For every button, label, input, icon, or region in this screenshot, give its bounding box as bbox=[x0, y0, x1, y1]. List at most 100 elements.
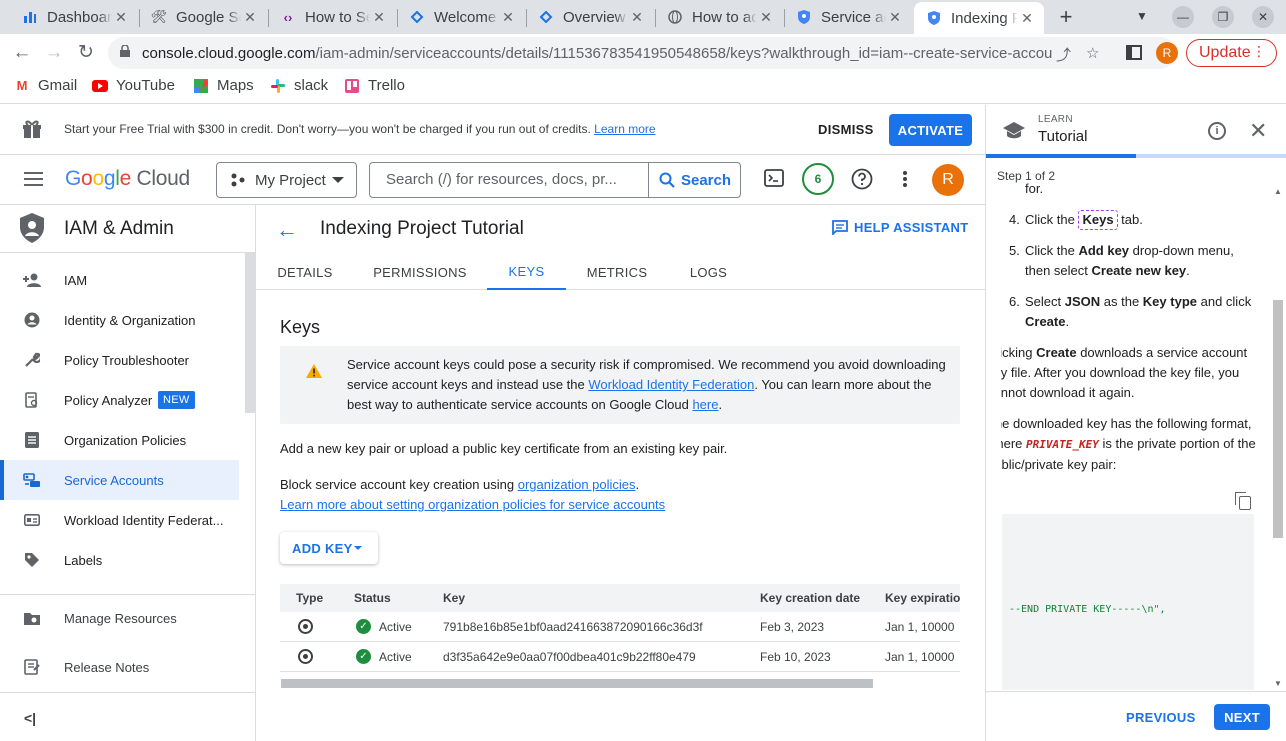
key-type-icon bbox=[298, 649, 313, 664]
minimize-button[interactable]: — bbox=[1172, 6, 1194, 28]
page-title: Indexing Project Tutorial bbox=[320, 218, 524, 239]
sidebar-item-organization-policies[interactable]: Organization Policies bbox=[0, 420, 239, 460]
google-cloud-logo[interactable]: Google Cloud bbox=[65, 167, 190, 191]
key-id: d3f35a642e9e0aa07f00dbea401c9b22ff80e479 bbox=[443, 649, 696, 664]
bookmark-gmail[interactable]: M Gmail bbox=[14, 77, 78, 94]
sidebar-item-policy-troubleshooter[interactable]: Policy Troubleshooter bbox=[0, 340, 239, 380]
close-icon[interactable]: ✕ bbox=[757, 9, 775, 26]
tutorial-scrollbar[interactable] bbox=[1273, 300, 1283, 538]
share-icon[interactable]: ⤴ bbox=[1056, 44, 1071, 65]
sidebar-item-labels[interactable]: Labels bbox=[0, 540, 239, 580]
browser-tab[interactable]: Overview ✕ bbox=[526, 2, 654, 32]
close-icon[interactable]: ✕ bbox=[499, 9, 517, 26]
column-header[interactable]: Type bbox=[296, 584, 323, 612]
column-header[interactable]: Key creation date bbox=[760, 584, 860, 612]
collapse-nav-icon[interactable]: <| bbox=[24, 710, 36, 726]
close-icon[interactable]: ✕ bbox=[241, 9, 259, 26]
back-arrow-icon[interactable]: ← bbox=[276, 217, 298, 243]
table-horizontal-scrollbar[interactable] bbox=[281, 679, 873, 688]
address-bar[interactable]: console.cloud.google.com/iam-admin/servi… bbox=[108, 37, 1176, 69]
help-assistant-button[interactable]: HELP ASSISTANT bbox=[832, 220, 968, 235]
tab-details[interactable]: DETAILS bbox=[268, 254, 342, 290]
close-icon[interactable]: ✕ bbox=[886, 9, 904, 26]
copy-icon[interactable] bbox=[1235, 492, 1251, 510]
learn-more-org-policies-link[interactable]: Learn more about setting organization po… bbox=[280, 497, 665, 512]
sidebar-item-identity-organization[interactable]: Identity & Organization bbox=[0, 300, 239, 340]
learn-more-link[interactable]: Learn more bbox=[594, 122, 655, 136]
workload-identity-federation-link[interactable]: Workload Identity Federation bbox=[588, 377, 754, 392]
caret-down-icon bbox=[354, 546, 362, 550]
column-header[interactable]: Status bbox=[354, 584, 391, 612]
bookmark-trello[interactable]: Trello bbox=[344, 77, 405, 94]
school-icon bbox=[1003, 122, 1025, 139]
browser-tab[interactable]: Welcome ✕ bbox=[397, 2, 525, 32]
tab-keys[interactable]: KEYS bbox=[487, 254, 566, 290]
close-icon[interactable]: ✕ bbox=[370, 9, 388, 26]
close-icon[interactable]: ✕ bbox=[1018, 10, 1036, 27]
star-icon[interactable]: ☆ bbox=[1086, 44, 1099, 62]
sidebar-item-service-accounts[interactable]: Service Accounts bbox=[0, 460, 239, 500]
reload-button[interactable]: ↻ bbox=[75, 42, 97, 64]
sidebar-item-workload-identity-federation[interactable]: Workload Identity Federat... bbox=[0, 500, 239, 540]
bookmark-maps[interactable]: Maps bbox=[193, 77, 254, 94]
project-icon bbox=[231, 173, 245, 187]
notifications-badge[interactable]: 6 bbox=[802, 163, 834, 195]
update-button[interactable]: Update ⋮ bbox=[1186, 39, 1277, 67]
cloud-shell-icon[interactable] bbox=[764, 168, 784, 188]
close-icon[interactable]: ✕ bbox=[628, 9, 646, 26]
step-indicator: Step 1 of 2 bbox=[997, 169, 1056, 183]
sidebar-item-release-notes[interactable]: Release Notes bbox=[0, 647, 239, 687]
column-header[interactable]: Key bbox=[443, 584, 465, 612]
browser-tab[interactable]: ‹› How to Set up ✕ bbox=[268, 2, 396, 32]
keys-chip[interactable]: Keys bbox=[1078, 210, 1118, 230]
profile-avatar[interactable]: R bbox=[1156, 42, 1178, 64]
browser-tab[interactable]: How to add ✕ bbox=[655, 2, 783, 32]
sidebar-scrollbar[interactable] bbox=[245, 253, 255, 413]
url-text: console.cloud.google.com/iam-admin/servi… bbox=[142, 45, 1052, 62]
youtube-icon bbox=[92, 78, 108, 94]
project-picker[interactable]: My Project bbox=[216, 162, 357, 198]
scroll-down-arrow[interactable]: ▼ bbox=[1274, 679, 1282, 688]
tab-metrics[interactable]: METRICS bbox=[582, 254, 652, 290]
more-vert-icon[interactable] bbox=[902, 170, 908, 188]
back-button[interactable]: ← bbox=[11, 42, 33, 64]
help-icon[interactable] bbox=[851, 168, 873, 190]
scroll-up-arrow[interactable]: ▲ bbox=[1274, 187, 1282, 196]
browser-tab-active[interactable]: Indexing Project ✕ bbox=[914, 2, 1044, 34]
organization-policies-link[interactable]: organization policies bbox=[518, 477, 636, 492]
more-vert-icon: ⋮ bbox=[1252, 43, 1266, 59]
activate-button[interactable]: ACTIVATE bbox=[889, 114, 972, 146]
add-key-button[interactable]: ADD KEY bbox=[280, 532, 378, 564]
chevron-down-icon[interactable]: ▼ bbox=[1136, 9, 1148, 23]
avatar[interactable]: R bbox=[932, 164, 964, 196]
here-link[interactable]: here bbox=[692, 397, 718, 412]
browser-tab[interactable]: Dashboard ✕ bbox=[10, 2, 138, 32]
menu-icon[interactable] bbox=[24, 172, 43, 186]
new-tab-button[interactable]: + bbox=[1056, 6, 1076, 28]
bookmark-youtube[interactable]: YouTube bbox=[92, 77, 175, 94]
side-panel-icon[interactable] bbox=[1126, 45, 1142, 60]
close-icon[interactable]: ✕ bbox=[112, 9, 130, 26]
forward-button[interactable]: → bbox=[43, 42, 65, 64]
sidebar-item-iam[interactable]: IAM bbox=[0, 260, 239, 300]
tab-bar: DETAILS PERMISSIONS KEYS METRICS LOGS bbox=[256, 254, 985, 290]
dismiss-button[interactable]: DISMISS bbox=[818, 122, 874, 137]
bookmark-slack[interactable]: slack bbox=[270, 77, 328, 94]
browser-tab[interactable]: 🛠 Google Search Console ✕ bbox=[139, 2, 267, 32]
previous-button[interactable]: PREVIOUS bbox=[1126, 710, 1196, 725]
column-header[interactable]: Key expiration bbox=[885, 584, 960, 612]
maximize-button[interactable]: ❐ bbox=[1212, 6, 1234, 28]
next-button[interactable]: NEXT bbox=[1214, 704, 1270, 730]
folder-gear-icon bbox=[23, 609, 41, 627]
close-window-button[interactable]: ✕ bbox=[1252, 6, 1274, 28]
search-button[interactable]: Search bbox=[648, 163, 741, 197]
tab-permissions[interactable]: PERMISSIONS bbox=[366, 254, 474, 290]
keys-table: Type Status Key Key creation date Key ex… bbox=[280, 584, 960, 676]
search-input[interactable] bbox=[386, 171, 646, 188]
tab-logs[interactable]: LOGS bbox=[682, 254, 735, 290]
browser-tab[interactable]: Service accounts ✕ bbox=[784, 2, 912, 32]
sidebar-item-policy-analyzer[interactable]: Policy Analyzer NEW bbox=[0, 380, 239, 420]
close-icon[interactable]: ✕ bbox=[1249, 118, 1267, 144]
sidebar-item-manage-resources[interactable]: Manage Resources bbox=[0, 598, 239, 638]
info-icon[interactable]: i bbox=[1208, 122, 1226, 140]
